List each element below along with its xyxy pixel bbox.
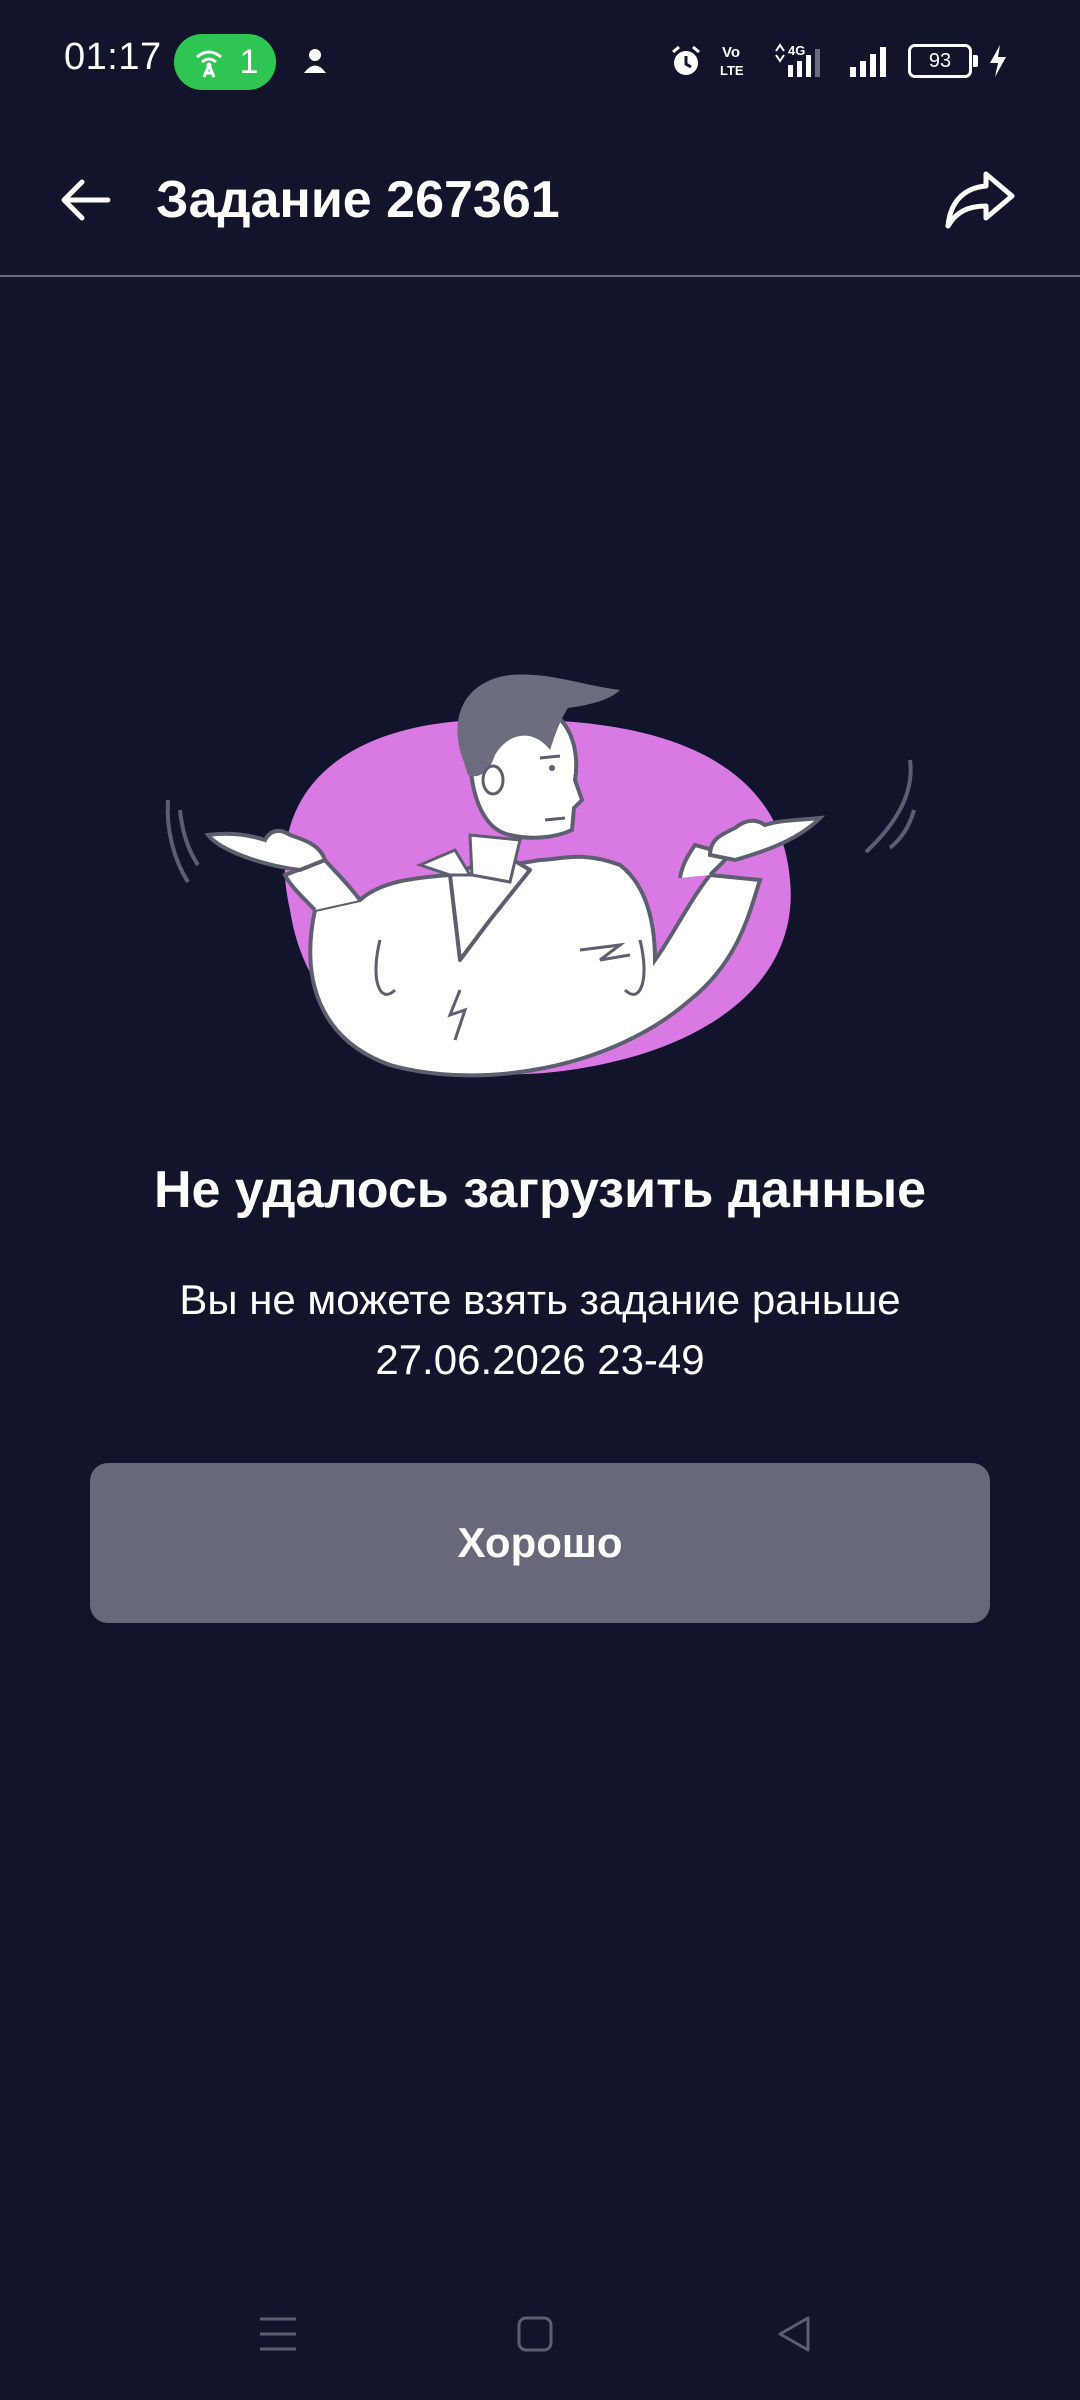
user-icon: [304, 49, 326, 73]
signal-icon: 4G: [775, 43, 820, 77]
share-button[interactable]: [940, 160, 1020, 240]
share-icon: [945, 171, 1015, 229]
volte-icon: Vo LTE: [720, 44, 744, 78]
status-time: 01:17: [64, 36, 162, 78]
app-toolbar: Задание 267361: [0, 124, 1080, 276]
menu-icon: [260, 2317, 296, 2351]
home-icon: [517, 2316, 553, 2352]
recent-apps-button[interactable]: [248, 2310, 308, 2358]
toolbar-divider: [0, 275, 1080, 277]
error-message: Вы не можете взять задание раньше 27.06.…: [179, 1276, 901, 1383]
arrow-left-icon: [61, 179, 111, 221]
shrugging-person-illustration: [165, 674, 916, 1078]
volte-vo-text: Vo: [722, 44, 740, 61]
volte-lte-text: LTE: [720, 63, 744, 78]
network-type-text: 4G: [788, 43, 805, 58]
page-title: Задание 267361: [156, 171, 560, 229]
home-button[interactable]: [505, 2310, 565, 2358]
status-bar: 01:17 1 Vo LTE 4G 93: [0, 0, 1080, 124]
hotspot-badge: 1: [174, 34, 276, 90]
back-button[interactable]: [50, 164, 122, 236]
battery-icon: 93: [908, 44, 978, 78]
error-heading: Не удалось загрузить данные: [153, 1161, 927, 1219]
hotspot-count: 1: [239, 42, 259, 81]
signal-icon: [850, 47, 886, 77]
status-icons: Vo LTE 4G 93: [668, 38, 1010, 84]
system-navigation-bar: [0, 2290, 1080, 2370]
ok-button[interactable]: Хорошо: [90, 1463, 990, 1623]
system-back-button[interactable]: [764, 2310, 824, 2358]
hotspot-icon: [195, 50, 222, 78]
back-icon: [778, 2316, 810, 2352]
alarm-icon: [672, 45, 700, 75]
charging-icon: [990, 45, 1006, 77]
